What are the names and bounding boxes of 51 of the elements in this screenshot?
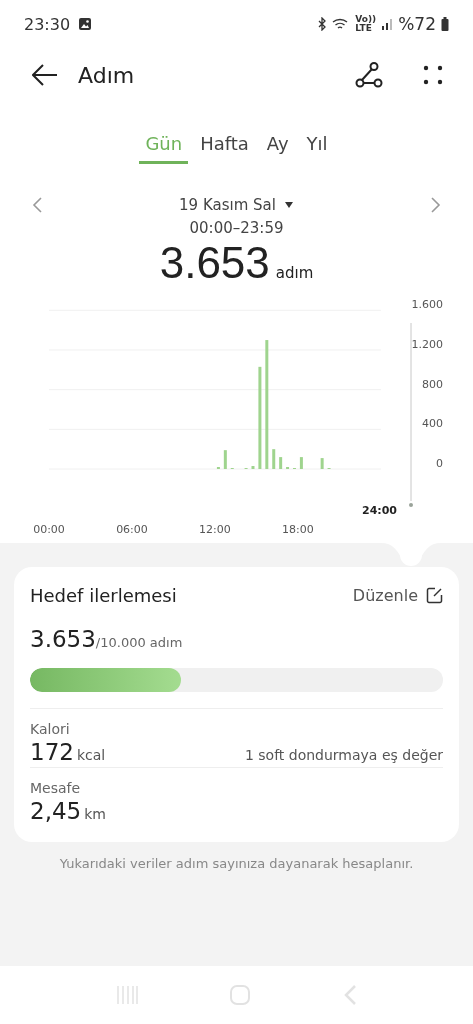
- volte-indicator: Vo)) LTE: [355, 15, 377, 33]
- step-bar: [299, 457, 303, 469]
- more-icon[interactable]: [423, 65, 443, 85]
- stat-value: 2,45: [30, 798, 82, 824]
- period-tab[interactable]: Ay: [260, 126, 295, 164]
- period-tab[interactable]: Yıl: [300, 126, 334, 164]
- share-icon[interactable]: [355, 62, 383, 88]
- stat-note: 1 soft dondurmaya eş değer: [244, 747, 443, 763]
- period-tab[interactable]: Hafta: [194, 126, 255, 164]
- y-tick-label: 1.200: [411, 338, 443, 351]
- battery-icon: [441, 17, 449, 31]
- y-tick-label: 400: [422, 417, 443, 431]
- step-bar: [223, 450, 227, 469]
- image-icon: [78, 17, 93, 31]
- card-title: Hedef ilerlemesi: [30, 585, 177, 606]
- page-title: Adım: [78, 62, 135, 88]
- back-icon[interactable]: [32, 64, 58, 86]
- stat-unit: km: [84, 806, 106, 822]
- stat-unit: kcal: [76, 747, 106, 763]
- stat-value: 172: [30, 739, 74, 765]
- previous-icon[interactable]: [32, 197, 42, 213]
- step-bar: [320, 458, 324, 469]
- clock: 23:30: [24, 14, 71, 34]
- x-tick-label: 18:00: [282, 523, 314, 536]
- stat-label: Kalori: [30, 721, 71, 737]
- x-tick-label: 06:00: [116, 523, 148, 536]
- battery-level: %72: [398, 14, 436, 34]
- edit-icon: [426, 587, 443, 604]
- cursor-dot: [409, 503, 413, 507]
- y-tick-label: 1.600: [411, 298, 443, 312]
- bluetooth-icon: [317, 17, 328, 31]
- step-unit: adım: [275, 264, 314, 282]
- goal-current: 3.653: [30, 626, 96, 652]
- date-selector[interactable]: 19 Kasım Sal: [173, 195, 300, 215]
- signal-icon: [381, 18, 394, 30]
- step-total: 3.653: [159, 239, 270, 287]
- caret-icon: [283, 201, 294, 209]
- x-tick-label: 00:00: [33, 523, 65, 536]
- cursor-time: 24:00: [362, 504, 397, 517]
- y-tick-label: 800: [422, 377, 443, 391]
- step-bar: [251, 466, 255, 469]
- x-tick-label: 12:00: [199, 523, 231, 536]
- time-range: 00:00–23:59: [188, 219, 285, 237]
- edit-button[interactable]: Düzenle: [352, 586, 443, 605]
- y-tick-label: 0: [436, 457, 443, 470]
- stat-label: Mesafe: [30, 780, 82, 796]
- footnote: Yukarıdaki veriler adım sayınıza dayanarak hesaplanır.: [58, 856, 415, 871]
- step-bar: [279, 457, 283, 469]
- goal-target: /10.000 adım: [95, 635, 183, 650]
- next-icon[interactable]: [431, 197, 441, 213]
- step-bar: [272, 449, 276, 469]
